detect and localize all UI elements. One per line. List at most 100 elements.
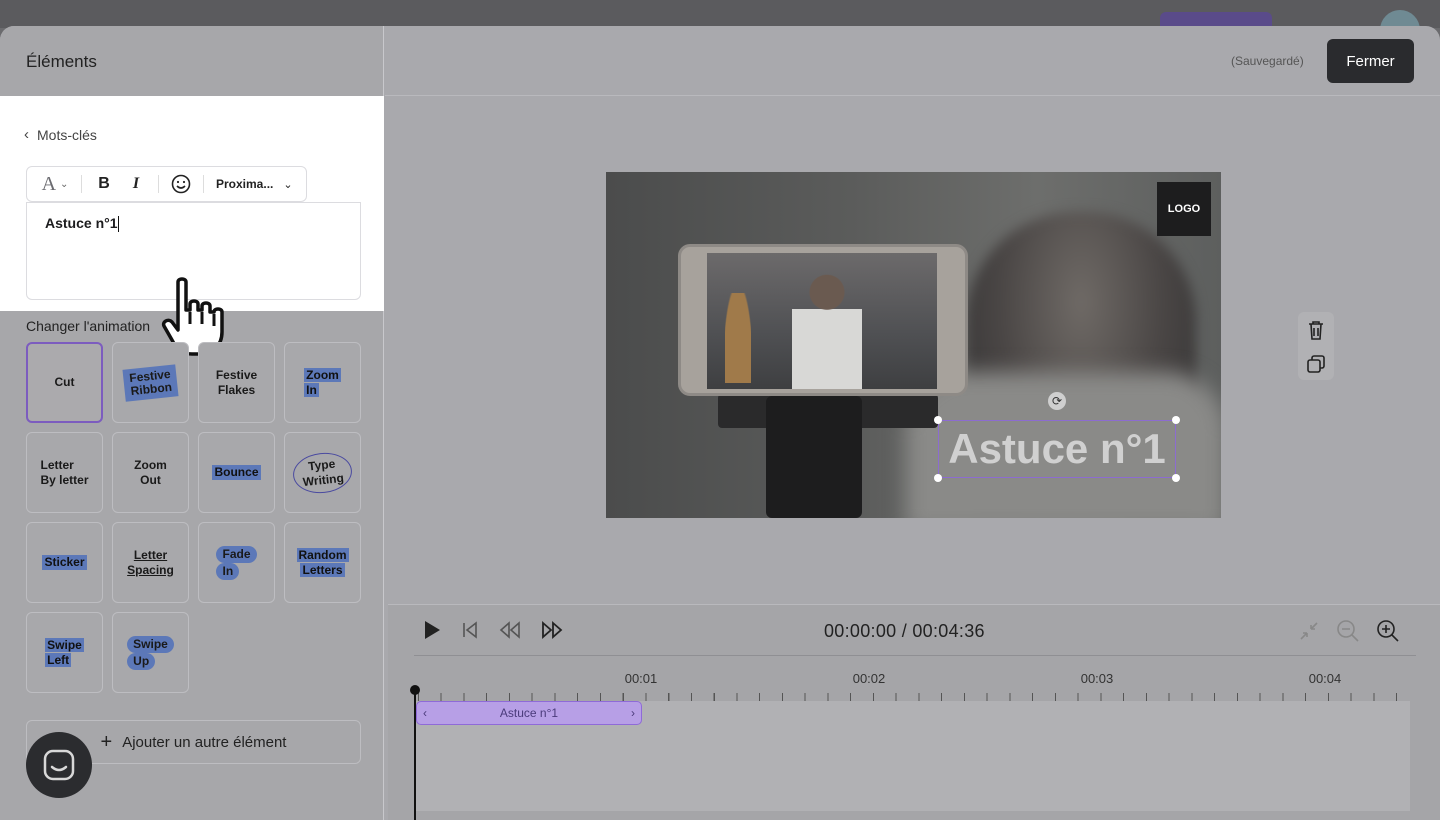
tick-label: 00:02 (852, 671, 886, 686)
animation-tile-swipe-left[interactable]: Swipe Left (26, 612, 103, 693)
animation-tile-bounce[interactable]: Bounce (198, 432, 275, 513)
label-line-2: Flakes (217, 382, 256, 397)
video-phone (678, 244, 968, 396)
tick-label: 00:04 (1308, 671, 1342, 686)
text-editor-zone: ‹ Mots-clés A ⌄ B I Proxima... ⌄ Astuce … (0, 96, 384, 356)
tick-label: 00:01 (624, 671, 658, 686)
skip-start-icon[interactable] (460, 620, 480, 640)
timeline-panel: 00:00:00 / 00:04:36 00:01 00:02 00:03 00… (388, 604, 1440, 820)
animation-tile-random-letters[interactable]: Random Letters (284, 522, 361, 603)
resize-handle[interactable] (1172, 474, 1180, 482)
font-color-icon: A (41, 172, 57, 195)
chevron-left-icon: ‹ (24, 126, 29, 143)
text-color-button[interactable]: A ⌄ (35, 172, 75, 196)
animation-tile-fade-in[interactable]: Fade In (198, 522, 275, 603)
animation-tile-type-writing[interactable]: Type Writing (284, 432, 361, 513)
label-line-1: Zoom (304, 367, 341, 382)
italic-button[interactable]: I (120, 172, 152, 196)
video-preview[interactable]: LOGO ⟳ Astuce n°1 (606, 172, 1221, 518)
chevron-down-icon: ⌄ (60, 178, 69, 190)
animation-tile-sticker[interactable]: Sticker (26, 522, 103, 603)
label-line-2: In (304, 382, 319, 397)
back-link[interactable]: ‹ Mots-clés (24, 126, 97, 143)
label-line-1: Letter (133, 547, 168, 562)
animation-tile-festive-ribbon[interactable]: Festive Ribbon (112, 342, 189, 423)
chevron-left-icon[interactable]: ‹ (423, 706, 427, 720)
resize-handle[interactable] (934, 474, 942, 482)
animation-tile-zoom-in[interactable]: Zoom In (284, 342, 361, 423)
animation-label: Letter By letter (40, 458, 88, 488)
animation-label: Letter Spacing (127, 548, 174, 578)
label-line-1: Swipe (45, 637, 84, 652)
close-button[interactable]: Fermer (1327, 39, 1414, 83)
plus-icon: + (100, 730, 113, 753)
animation-tile-cut[interactable]: Cut (26, 342, 103, 423)
rewind-icon[interactable] (498, 620, 522, 640)
zoom-controls (1298, 619, 1400, 643)
video-guitar (725, 293, 751, 383)
animation-label: Cut (54, 375, 75, 389)
panel-title: Éléments (26, 52, 97, 71)
play-icon[interactable] (422, 619, 442, 641)
text-format-toolbar: A ⌄ B I Proxima... ⌄ (26, 166, 307, 202)
chat-launcher-button[interactable] (26, 732, 92, 798)
label-line-2: Spacing (127, 562, 174, 577)
text-content-value: Astuce n°1 (45, 215, 118, 231)
editor-modal: Éléments ‹ Mots-clés A ⌄ B I Proxima... … (0, 26, 1440, 820)
video-kid (792, 271, 862, 389)
tick-label: 00:03 (1080, 671, 1114, 686)
label-line-2: By letter (40, 472, 89, 487)
label-line-1: Fade (216, 545, 257, 563)
toolbar-divider (81, 175, 82, 193)
timeline-clip[interactable]: ‹ Astuce n°1 › (416, 701, 642, 725)
animation-label: Zoom Out (134, 458, 167, 488)
bold-button[interactable]: B (88, 172, 120, 196)
save-status: (Sauvegardé) (1231, 54, 1304, 68)
animation-tile-zoom-out[interactable]: Zoom Out (112, 432, 189, 513)
video-phone-screen (707, 253, 937, 389)
header-divider (385, 95, 1440, 96)
add-element-label: Ajouter un autre élément (122, 733, 287, 751)
label-line-2: Out (140, 472, 161, 487)
animation-tile-letter-spacing[interactable]: Letter Spacing (112, 522, 189, 603)
animation-label: Festive Ribbon (122, 363, 179, 402)
animation-tile-letter-by-letter[interactable]: Letter By letter (26, 432, 103, 513)
resize-handle[interactable] (934, 416, 942, 424)
duplicate-icon[interactable] (1306, 354, 1326, 374)
text-caret (117, 216, 119, 233)
clip-label: Astuce n°1 (499, 706, 559, 720)
time-display: 00:00:00 / 00:04:36 (824, 621, 985, 641)
animation-grid: Cut Festive Ribbon Festive Flakes Zoom In L… (26, 342, 361, 693)
timeline-divider (414, 655, 1416, 656)
bold-icon: B (98, 175, 110, 192)
label-line-1: Festive (215, 367, 258, 382)
label-line-1: Letter (40, 457, 74, 472)
caption-text-overlay[interactable]: Astuce n°1 (938, 420, 1176, 478)
fast-forward-icon[interactable] (540, 620, 564, 640)
zoom-in-icon[interactable] (1376, 619, 1400, 643)
collapse-icon[interactable] (1298, 620, 1320, 642)
animation-label: Swipe Up (127, 635, 174, 670)
trash-icon[interactable] (1306, 319, 1326, 341)
animation-label: Sticker (42, 555, 87, 570)
italic-icon: I (132, 175, 140, 192)
zoom-out-icon[interactable] (1336, 619, 1360, 643)
emoji-button[interactable] (165, 172, 197, 196)
toolbar-divider (203, 175, 204, 193)
animation-label: Festive Flakes (216, 368, 257, 398)
animation-tile-swipe-up[interactable]: Swipe Up (112, 612, 189, 693)
element-side-tools (1298, 312, 1334, 380)
animation-tile-festive-flakes[interactable]: Festive Flakes (198, 342, 275, 423)
video-tripod (766, 396, 862, 518)
label-line-2: Letters (300, 562, 345, 577)
animation-label: Random Letters (296, 547, 349, 578)
font-select[interactable]: Proxima... ⌄ (210, 172, 298, 196)
chevron-right-icon[interactable]: › (631, 706, 635, 720)
playhead[interactable] (414, 687, 416, 820)
animation-label: Bounce (212, 465, 261, 480)
logo-overlay[interactable]: LOGO (1157, 182, 1211, 236)
rotate-icon[interactable]: ⟳ (1048, 392, 1066, 410)
resize-handle[interactable] (1172, 416, 1180, 424)
label-line-1: Type (307, 456, 336, 473)
playback-controls (422, 619, 564, 641)
